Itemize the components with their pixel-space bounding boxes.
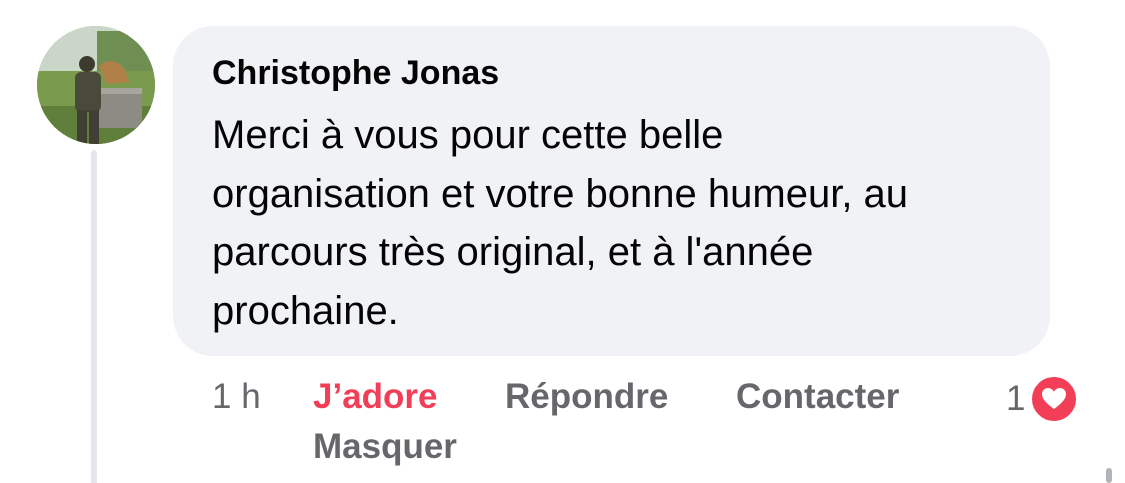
reply-button[interactable]: Répondre (505, 375, 668, 419)
hide-button[interactable]: Masquer (313, 425, 457, 469)
comment-text-line: parcours très original, et à l'année (212, 230, 814, 274)
reaction-summary[interactable]: 1 (1006, 374, 1080, 424)
contact-button[interactable]: Contacter (736, 375, 899, 419)
comment-text-line: Merci à vous pour cette belle (212, 113, 724, 157)
adore-button[interactable]: J’adore (313, 375, 438, 419)
heart-icon (1029, 374, 1080, 424)
comment-text: Merci à vous pour cette belle organisati… (212, 106, 1032, 340)
comment-timestamp[interactable]: 1 h (212, 375, 261, 419)
comment-text-line: prochaine. (212, 288, 399, 333)
comment: Christophe Jonas Merci à vous pour cette… (0, 0, 1125, 483)
comment-text-line: organisation et votre bonne humeur, au (212, 171, 909, 216)
reaction-count: 1 (1006, 379, 1026, 418)
avatar[interactable] (37, 26, 155, 144)
thread-line (91, 150, 97, 483)
comment-author[interactable]: Christophe Jonas (212, 50, 499, 96)
scrollbar[interactable] (1106, 468, 1112, 483)
avatar-photo (37, 26, 155, 144)
